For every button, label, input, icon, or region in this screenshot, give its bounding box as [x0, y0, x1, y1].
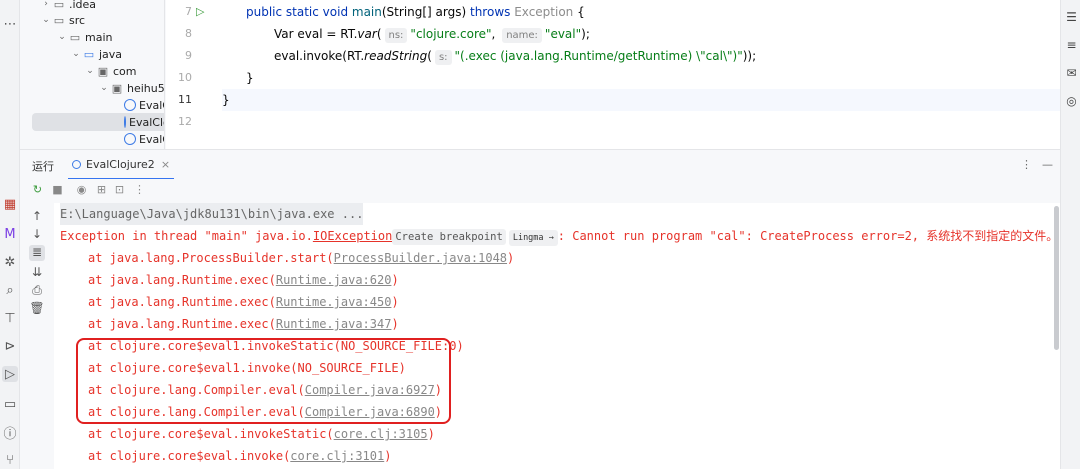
- exception-link[interactable]: IOException: [313, 229, 392, 243]
- line-number: 10: [178, 71, 192, 84]
- folder-icon: ▭: [53, 0, 65, 11]
- tree-item-com[interactable]: ⌄ ▣ com: [84, 62, 136, 80]
- lingma-button[interactable]: Lingma →: [508, 230, 558, 246]
- minimize-icon[interactable]: —: [1042, 158, 1053, 171]
- restore-layout-icon[interactable]: ⊞: [94, 183, 109, 198]
- ai-assistant-icon[interactable]: ◎: [1064, 94, 1079, 109]
- console-command-line: E:\Language\Java\jdk8u131\bin\java.exe .…: [60, 203, 364, 225]
- more-icon[interactable]: ⋯: [2, 16, 18, 32]
- code-line: public static void main(String[] args) t…: [246, 5, 585, 19]
- package-icon: ▣: [97, 64, 109, 78]
- structure-icon[interactable]: ≡: [1064, 38, 1079, 53]
- stack-frame: at java.lang.Runtime.exec(Runtime.java:3…: [88, 317, 399, 331]
- run-gutter-icon[interactable]: ▷: [196, 5, 204, 18]
- code-line: eval.invoke(RT.readString(s: "(.exec (jav…: [274, 49, 757, 65]
- class-icon: [124, 133, 136, 145]
- line-number: 7: [185, 5, 192, 18]
- chevron-down-icon: ⌄: [72, 49, 80, 59]
- chevron-down-icon: ⌄: [58, 32, 66, 42]
- terminal-icon[interactable]: ▭: [2, 396, 18, 412]
- right-tool-strip: ☰ ≡ ✉ ◎: [1060, 0, 1080, 469]
- chevron-right-icon: ›: [44, 0, 48, 9]
- tree-item-evalclojure3[interactable]: EvalClojure3: [124, 130, 164, 148]
- left-tool-strip: ⋯ ▦ M ✲ ⌕ ⊤ ⊳ ▷ ▭ ⓘ ⑂: [0, 0, 20, 469]
- tree-item-heihu577[interactable]: ⌄ ▣ heihu577: [98, 79, 164, 97]
- tree-item-evalclojure2[interactable]: EvalClojure2: [32, 113, 164, 131]
- code-line: }: [222, 89, 1060, 111]
- console-exception-line: Exception in thread "main" java.io.IOExc…: [60, 225, 1058, 247]
- highlight-box: [76, 338, 451, 424]
- git-icon[interactable]: ⑂: [2, 452, 18, 468]
- chevron-down-icon: ⌄: [100, 83, 108, 93]
- console-scrollbar[interactable]: [1054, 206, 1059, 350]
- run-label: 运行: [32, 160, 54, 173]
- trash-icon[interactable]: 🗑: [29, 301, 45, 317]
- debug-icon[interactable]: ✲: [2, 254, 18, 270]
- plugin-icon[interactable]: ▦: [2, 196, 18, 212]
- line-number: 11: [178, 93, 192, 106]
- scroll-to-end-icon[interactable]: ⇊: [29, 265, 45, 281]
- create-breakpoint-button[interactable]: Create breakpoint: [392, 229, 506, 245]
- tree-item-src[interactable]: ⌄ ▭ src: [40, 11, 85, 29]
- tab-evalclojure2[interactable]: EvalClojure2 ×: [68, 150, 175, 180]
- code-editor[interactable]: 7 ▷ public static void main(String[] arg…: [166, 0, 1060, 149]
- arrow-down-icon[interactable]: ↓: [29, 227, 45, 243]
- source-folder-icon: ▭: [83, 47, 95, 61]
- class-icon: [124, 99, 136, 111]
- stack-frame: at java.lang.Runtime.exec(Runtime.java:4…: [88, 295, 399, 309]
- run-toolwindow-header: 运行 EvalClojure2 × ⋮ —: [20, 149, 1060, 180]
- camera-icon[interactable]: ◉: [74, 183, 89, 198]
- more-options-icon[interactable]: ⋮: [1021, 158, 1032, 171]
- folder-icon: ▭: [69, 30, 81, 44]
- class-icon: [124, 116, 126, 128]
- code-line: }: [246, 71, 254, 85]
- console-side-toolbar: ↑ ↓ ≣ ⇊ ⎙ 🗑: [20, 203, 54, 469]
- search-icon[interactable]: ⌕: [2, 282, 18, 298]
- build-icon[interactable]: ⊤: [2, 310, 18, 326]
- lingma-icon[interactable]: M: [2, 226, 18, 242]
- class-icon: [72, 159, 81, 169]
- package-icon: ▣: [111, 81, 123, 95]
- line-number: 9: [185, 49, 192, 62]
- line-number: 12: [178, 115, 192, 128]
- folder-icon: ▭: [53, 13, 65, 27]
- chevron-down-icon: ⌄: [42, 15, 50, 25]
- more-icon[interactable]: ⋮: [132, 183, 147, 198]
- rerun-icon[interactable]: ↻: [30, 183, 45, 198]
- arrow-up-icon[interactable]: ↑: [29, 209, 45, 225]
- console-output[interactable]: E:\Language\Java\jdk8u131\bin\java.exe .…: [54, 203, 1060, 469]
- stack-frame: at java.lang.ProcessBuilder.start(Proces…: [88, 251, 515, 265]
- pin-tab-icon[interactable]: ⊡: [112, 183, 127, 198]
- close-tab-icon[interactable]: ×: [161, 158, 170, 171]
- print-icon[interactable]: ⎙: [29, 283, 45, 299]
- code-line: Var eval = RT.var(ns: "clojure.core", nam…: [274, 27, 590, 43]
- tree-item-evalclojure[interactable]: EvalClojure: [124, 96, 164, 114]
- project-tree: › ▭ .idea ⌄ ▭ src ⌄ ▭ main ⌄ ▭ java ⌄ ▣ …: [20, 0, 165, 149]
- database-icon[interactable]: ☰: [1064, 10, 1079, 25]
- line-number: 8: [185, 27, 192, 40]
- stack-frame: at java.lang.Runtime.exec(Runtime.java:6…: [88, 273, 399, 287]
- tree-item-java[interactable]: ⌄ ▭ java: [70, 45, 122, 63]
- chevron-down-icon: ⌄: [86, 66, 94, 76]
- notifications-icon[interactable]: ✉: [1064, 66, 1079, 81]
- stop-icon[interactable]: ■: [50, 183, 65, 198]
- tree-item-main[interactable]: ⌄ ▭ main: [56, 28, 112, 46]
- stack-frame: at clojure.core$eval.invoke(core.clj:310…: [88, 449, 392, 463]
- services-icon[interactable]: ⊳: [2, 338, 18, 354]
- soft-wrap-icon[interactable]: ≣: [29, 245, 45, 261]
- run-toolbar: ↻ ■ ◉ ⊞ ⊡ ⋮: [20, 179, 1060, 203]
- problems-icon[interactable]: ⓘ: [2, 424, 18, 442]
- stack-frame: at clojure.core$eval.invokeStatic(core.c…: [88, 427, 435, 441]
- run-icon[interactable]: ▷: [2, 366, 18, 382]
